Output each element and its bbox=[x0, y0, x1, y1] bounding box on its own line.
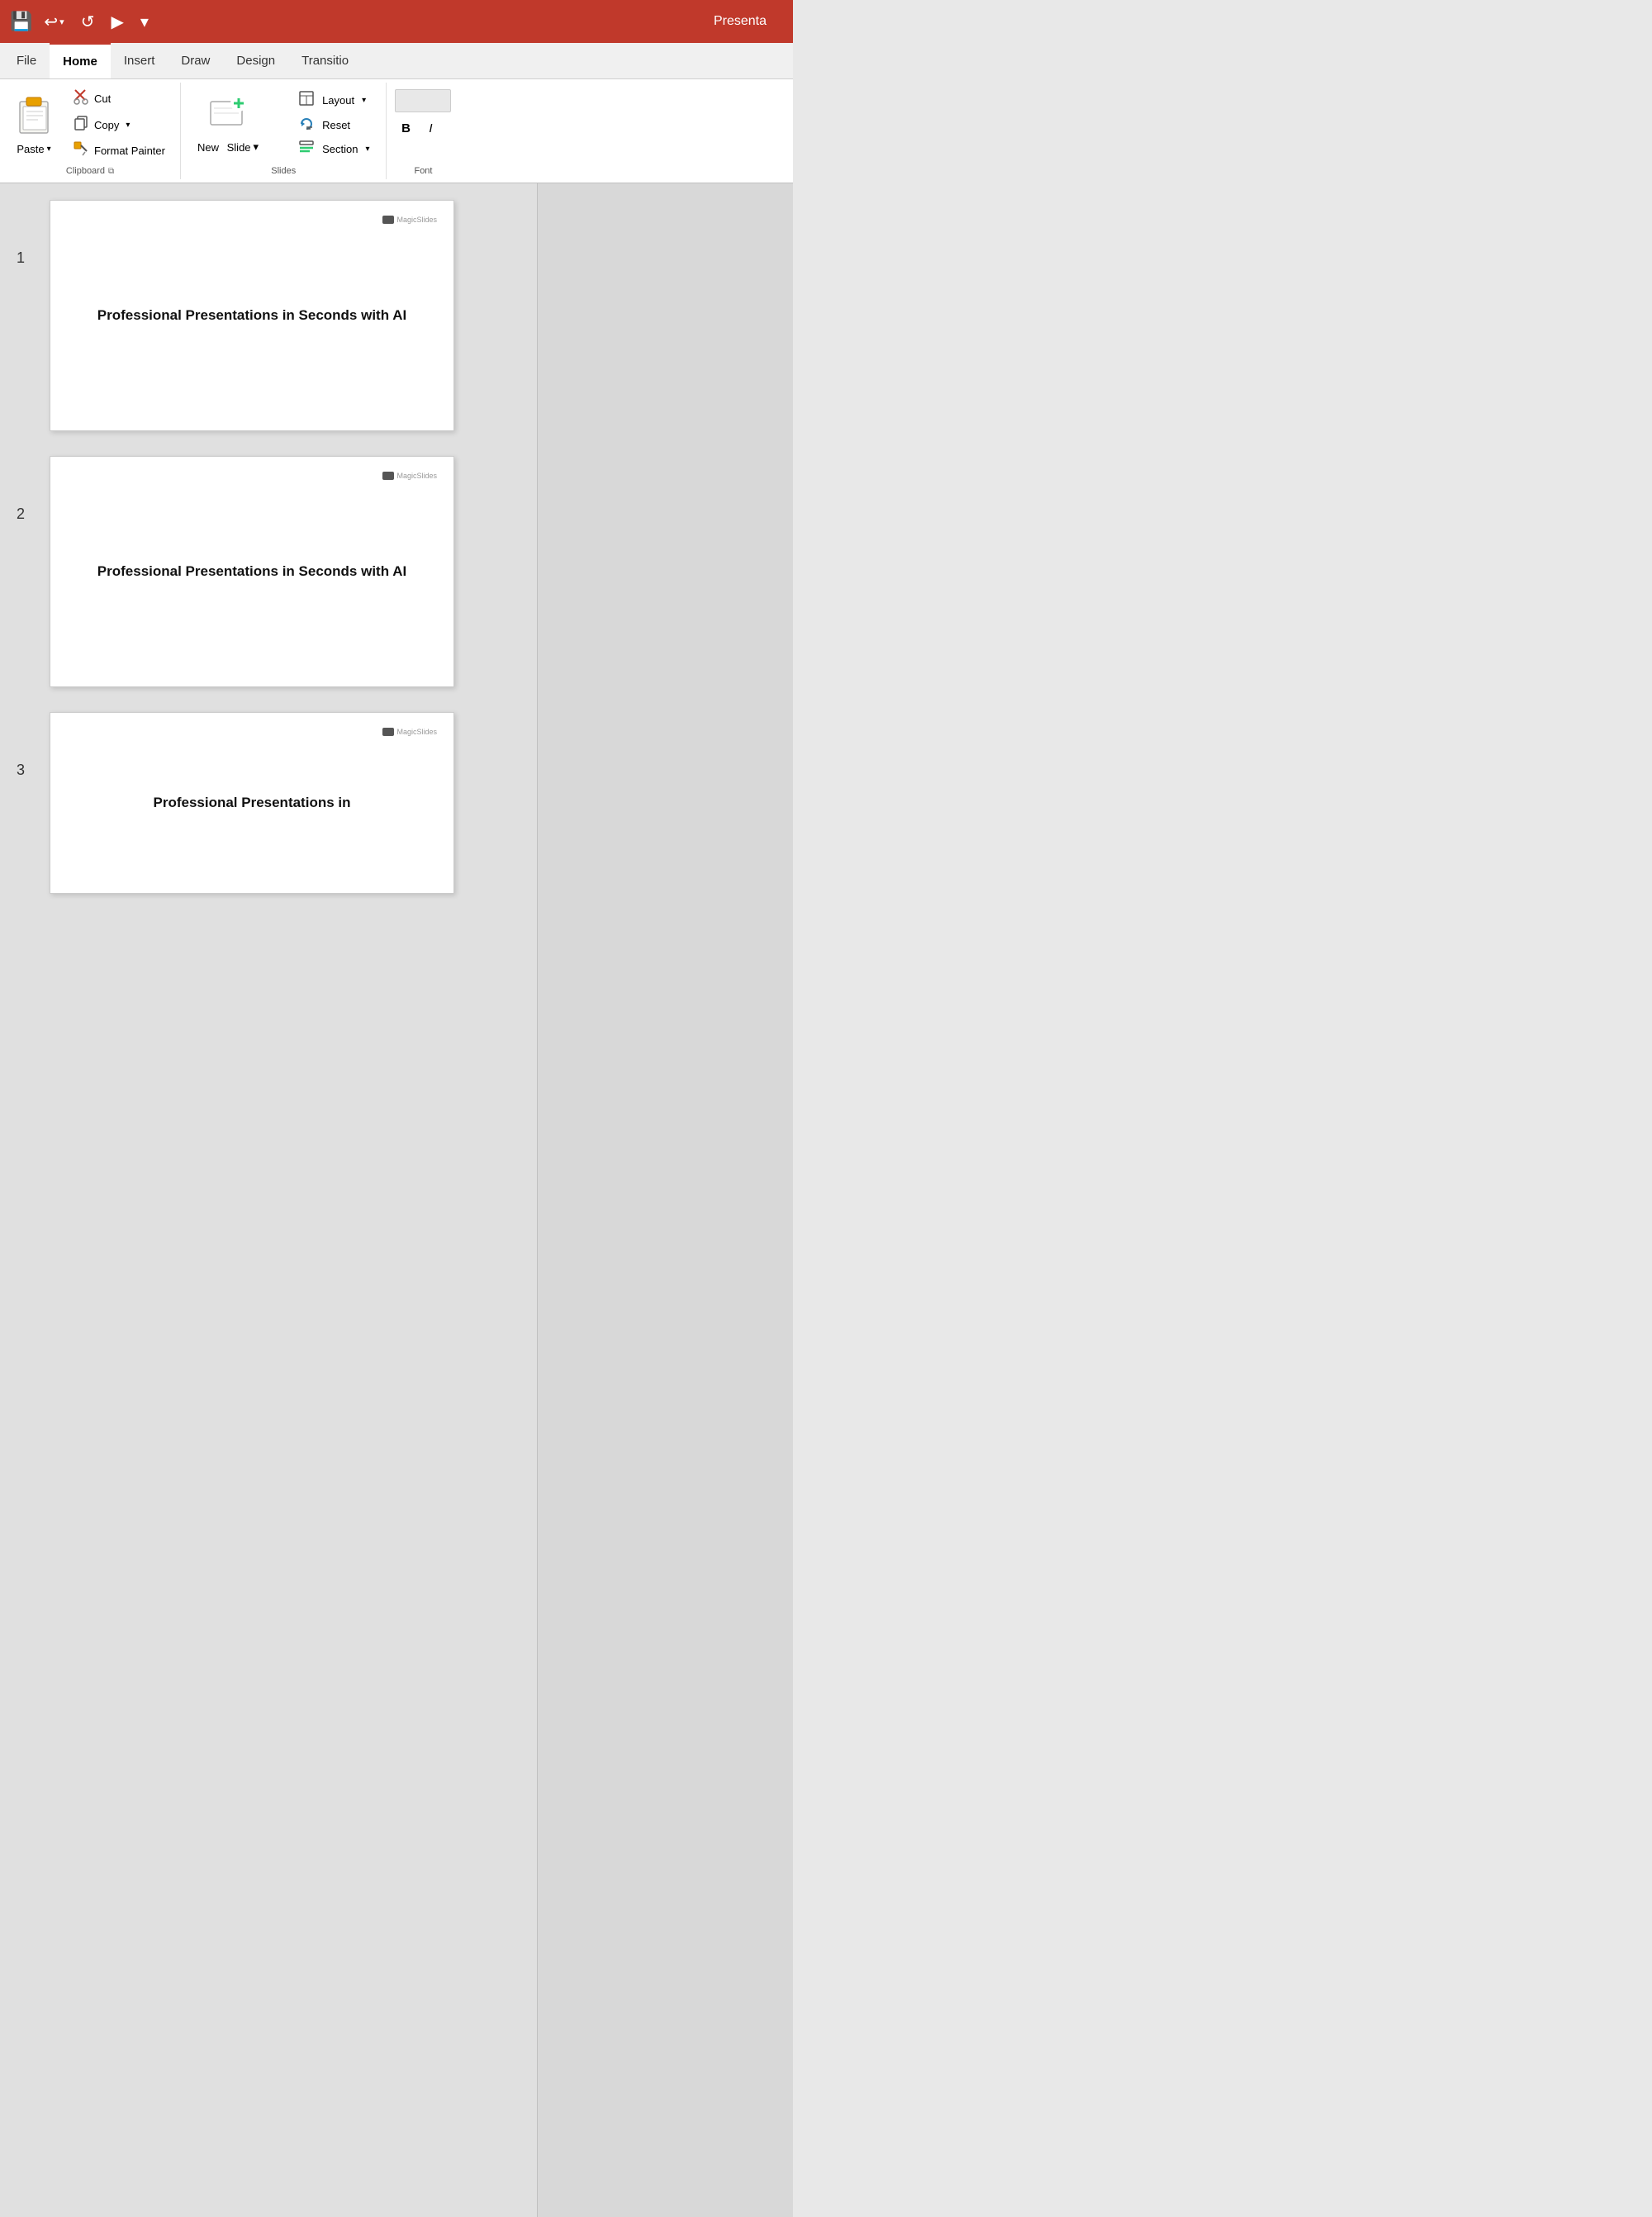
clipboard-expand-icon[interactable]: ⧉ bbox=[108, 167, 114, 176]
slides-right-buttons: Layout ▾ Reset bbox=[289, 87, 379, 162]
copy-icon bbox=[73, 116, 89, 135]
undo-arrow-icon: ▾ bbox=[59, 17, 64, 27]
clipboard-group-content: Paste ▾ Cut bbox=[7, 86, 173, 163]
slides-group: New Slide ▾ Layout ▾ bbox=[181, 83, 387, 179]
slide-thumbnail[interactable]: MagicSlides Professional Presentations i… bbox=[50, 200, 454, 431]
italic-button[interactable]: I bbox=[420, 117, 441, 139]
slide-title: Professional Presentations in Seconds wi… bbox=[73, 306, 431, 325]
slide-title: Professional Presentations in Seconds wi… bbox=[73, 562, 431, 582]
slide-thumbnail[interactable]: MagicSlides Professional Presentations i… bbox=[50, 712, 454, 894]
slide-logo: MagicSlides bbox=[382, 216, 437, 224]
paste-button[interactable]: Paste ▾ bbox=[7, 90, 61, 159]
new-slide-arrow-icon: ▾ bbox=[254, 140, 259, 154]
slide-logo: MagicSlides bbox=[382, 472, 437, 480]
tab-draw[interactable]: Draw bbox=[168, 43, 223, 78]
logo-icon bbox=[382, 216, 394, 224]
layout-arrow-icon: ▾ bbox=[362, 96, 366, 105]
redo-button[interactable]: ↺ bbox=[76, 8, 100, 36]
format-painter-icon bbox=[73, 141, 89, 160]
slides-label: Slides bbox=[188, 163, 380, 176]
slide-item: 1 MagicSlides Professional Presentations… bbox=[17, 200, 537, 431]
reset-label: Reset bbox=[322, 119, 350, 131]
slide-item: 3 MagicSlides Professional Presentations… bbox=[17, 712, 537, 894]
tab-insert[interactable]: Insert bbox=[111, 43, 169, 78]
layout-icon bbox=[299, 91, 314, 110]
title-bar: 💾 ↩ ▾ ↺ ▶ ▾ Presenta bbox=[0, 0, 793, 43]
edit-panel bbox=[537, 183, 793, 2217]
tab-design[interactable]: Design bbox=[223, 43, 288, 78]
tab-file[interactable]: File bbox=[3, 43, 50, 78]
slide-item: 2 MagicSlides Professional Presentations… bbox=[17, 456, 537, 687]
undo-icon: ↩ bbox=[44, 12, 58, 32]
slide-title: Professional Presentations in bbox=[128, 793, 375, 813]
slides-group-content: New Slide ▾ Layout ▾ bbox=[188, 86, 380, 163]
slide-logo: MagicSlides bbox=[382, 728, 437, 736]
tab-home[interactable]: Home bbox=[50, 43, 111, 78]
copy-button[interactable]: Copy ▾ bbox=[68, 113, 170, 137]
clipboard-small-group: Cut Copy ▾ bbox=[64, 86, 173, 163]
app-title: Presenta bbox=[714, 14, 783, 29]
ribbon-tabs: File Home Insert Draw Design Transitio bbox=[0, 43, 793, 79]
font-group: B I Font bbox=[387, 83, 459, 179]
slide-panel: 1 MagicSlides Professional Presentations… bbox=[0, 183, 537, 2217]
more-button[interactable]: ▾ bbox=[135, 8, 154, 36]
bold-button[interactable]: B bbox=[395, 117, 416, 139]
slide-thumbnail[interactable]: MagicSlides Professional Presentations i… bbox=[50, 456, 454, 687]
font-label: Font bbox=[393, 163, 453, 176]
cut-icon bbox=[73, 88, 89, 109]
main-area: 1 MagicSlides Professional Presentations… bbox=[0, 183, 793, 2217]
save-icon[interactable]: 💾 bbox=[10, 11, 32, 32]
new-slide-button[interactable]: New Slide ▾ bbox=[188, 92, 268, 157]
tab-transitions[interactable]: Transitio bbox=[288, 43, 362, 78]
section-button[interactable]: Section ▾ bbox=[292, 138, 376, 160]
font-name-input[interactable] bbox=[395, 89, 451, 112]
copy-arrow-icon: ▾ bbox=[126, 121, 130, 130]
reset-button[interactable]: Reset bbox=[292, 114, 376, 136]
present-button[interactable]: ▶ bbox=[106, 8, 128, 36]
slide-number: 2 bbox=[17, 456, 40, 523]
layout-label: Layout bbox=[322, 94, 354, 107]
paste-label: Paste ▾ bbox=[17, 143, 50, 155]
new-slide-icon bbox=[207, 95, 249, 140]
logo-icon bbox=[382, 728, 394, 736]
clipboard-label: Clipboard ⧉ bbox=[7, 163, 173, 176]
slide-number: 3 bbox=[17, 712, 40, 779]
new-slide-label: New Slide ▾ bbox=[197, 140, 259, 154]
paste-icon bbox=[15, 93, 53, 143]
copy-label: Copy bbox=[94, 119, 119, 131]
layout-button[interactable]: Layout ▾ bbox=[292, 88, 376, 112]
format-painter-label: Format Painter bbox=[94, 145, 165, 157]
section-icon bbox=[299, 140, 314, 158]
paste-arrow-icon: ▾ bbox=[47, 145, 51, 154]
undo-button[interactable]: ↩ ▾ bbox=[39, 8, 69, 36]
cut-label: Cut bbox=[94, 93, 111, 105]
reset-icon bbox=[299, 116, 314, 134]
slide-number: 1 bbox=[17, 200, 40, 267]
logo-icon bbox=[382, 472, 394, 480]
font-group-content: B I bbox=[393, 86, 453, 163]
ribbon: Paste ▾ Cut bbox=[0, 79, 793, 183]
clipboard-group: Paste ▾ Cut bbox=[0, 83, 181, 179]
cut-button[interactable]: Cut bbox=[68, 86, 170, 112]
section-label: Section bbox=[322, 143, 358, 155]
section-arrow-icon: ▾ bbox=[365, 145, 369, 154]
format-painter-button[interactable]: Format Painter bbox=[68, 139, 170, 163]
